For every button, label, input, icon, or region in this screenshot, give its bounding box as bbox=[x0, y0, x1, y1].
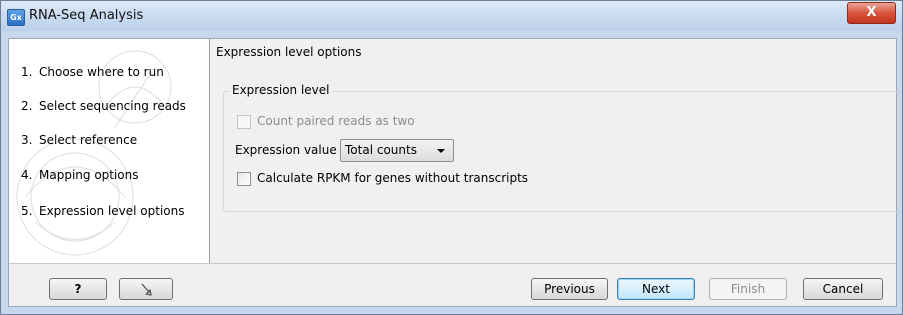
calculate-rpkm-checkbox[interactable] bbox=[237, 172, 251, 186]
previous-button[interactable]: Previous bbox=[531, 278, 608, 300]
options-panel: Expression level options Expression leve… bbox=[210, 39, 899, 263]
dialog-body: 1. Choose where to run 2. Select sequencin… bbox=[8, 38, 899, 307]
help-button[interactable]: ? bbox=[49, 278, 107, 300]
window-title: RNA-Seq Analysis bbox=[29, 8, 144, 23]
step-select-reference: 3. Select reference bbox=[21, 133, 138, 147]
reset-arrow-icon bbox=[141, 283, 152, 296]
app-icon: Gx bbox=[7, 9, 25, 26]
expression-value-select[interactable]: Total counts bbox=[340, 139, 454, 162]
close-button[interactable]: X bbox=[847, 2, 896, 24]
cancel-button[interactable]: Cancel bbox=[803, 278, 883, 300]
rna-seq-dialog: Gx RNA-Seq Analysis X 1. Choose where to … bbox=[0, 0, 903, 315]
title-bar[interactable]: Gx RNA-Seq Analysis X bbox=[1, 1, 902, 31]
panel-title: Expression level options bbox=[216, 45, 362, 59]
calculate-rpkm-label: Calculate RPKM for genes without transcr… bbox=[257, 171, 529, 185]
expression-value-selected: Total counts bbox=[345, 143, 417, 157]
count-paired-label: Count paired reads as two bbox=[257, 114, 415, 128]
button-bar: ? Previous Next Finish Cancel bbox=[9, 263, 896, 306]
count-paired-checkbox[interactable] bbox=[237, 115, 251, 129]
expression-value-label: Expression value bbox=[235, 143, 337, 157]
step-select-sequencing-reads: 2. Select sequencing reads bbox=[21, 99, 186, 113]
wizard-steps: 1. Choose where to run 2. Select sequencin… bbox=[9, 39, 210, 263]
chevron-down-icon bbox=[437, 149, 445, 153]
next-button[interactable]: Next bbox=[617, 278, 695, 300]
reset-button[interactable] bbox=[119, 278, 173, 300]
finish-button[interactable]: Finish bbox=[709, 278, 787, 300]
step-choose-where-to-run: 1. Choose where to run bbox=[21, 65, 164, 79]
group-title: Expression level bbox=[230, 83, 332, 97]
step-mapping-options: 4. Mapping options bbox=[21, 168, 139, 182]
step-expression-level-options: 5. Expression level options bbox=[21, 204, 185, 218]
